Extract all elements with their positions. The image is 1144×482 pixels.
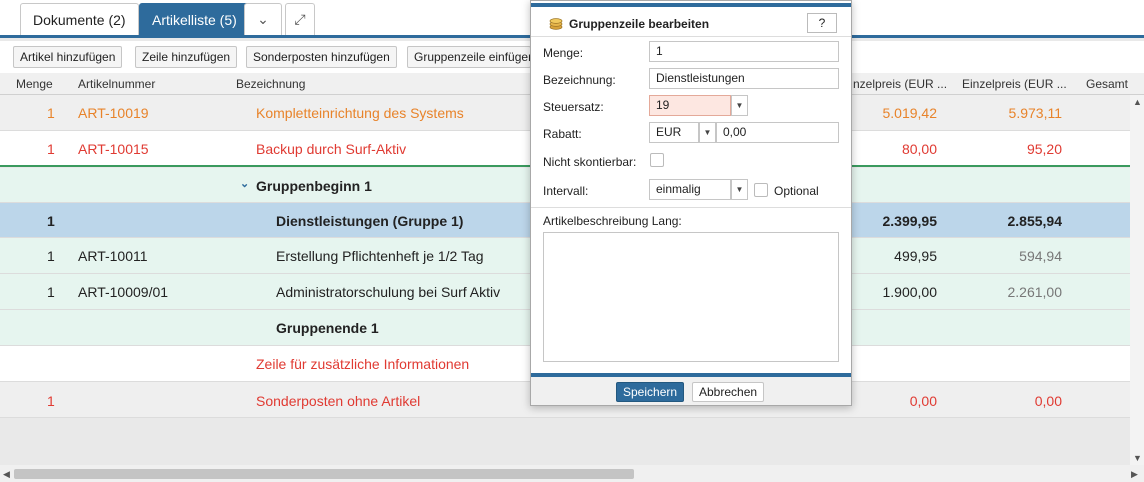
row-preis-brutto: 2.261,00 [1007, 284, 1063, 300]
add-group-button[interactable]: Gruppenzeile einfügen [407, 46, 531, 68]
row-bezeichnung: Gruppenende 1 [276, 320, 379, 336]
row-preis-brutto: 594,94 [1019, 248, 1062, 264]
coins-icon [549, 18, 563, 30]
scroll-down-icon[interactable]: ▼ [1133, 453, 1142, 463]
dialog-title: Gruppenzeile bearbeiten [569, 17, 710, 31]
row-menge: 1 [47, 284, 55, 300]
intervall-label: Intervall: [543, 184, 589, 198]
menge-label: Menge: [543, 46, 584, 60]
intervall-select[interactable]: einmalig [649, 179, 731, 200]
row-bezeichnung: Gruppenbeginn 1 [256, 178, 372, 194]
row-preis-brutto: 95,20 [1026, 141, 1062, 157]
steuersatz-input[interactable]: 19 [649, 95, 731, 116]
chevron-down-icon[interactable]: ▼ [731, 179, 748, 200]
dialog-footer: Speichern Abbrechen [531, 377, 851, 405]
chevron-down-icon[interactable]: ⌄ [244, 3, 282, 35]
cancel-button[interactable]: Abbrechen [692, 382, 765, 402]
add-article-button[interactable]: Artikel hinzufügen [13, 46, 123, 68]
row-preis-netto: 0,00 [909, 393, 937, 409]
row-preis-netto: 1.900,00 [882, 284, 938, 300]
column-gesamt[interactable]: Gesamt [1086, 77, 1128, 91]
row-preis-brutto: 5.973,11 [1008, 105, 1062, 121]
scroll-up-icon[interactable]: ▲ [1133, 97, 1142, 107]
column-einzelpreis-brutto[interactable]: Einzelpreis (EUR ... [962, 77, 1067, 91]
row-preis-brutto: 2.855,94 [1007, 213, 1063, 229]
tab-artikelliste[interactable]: Artikelliste (5) [139, 3, 250, 35]
steuersatz-label: Steuersatz: [543, 100, 604, 114]
rabatt-input[interactable]: 0,00 [716, 122, 839, 143]
rabatt-label: Rabatt: [543, 127, 582, 141]
row-artikelnummer: ART-10019 [78, 105, 149, 121]
row-menge: 1 [47, 393, 55, 409]
dialog-accent-bar [531, 3, 851, 7]
scroll-right-icon[interactable]: ▶ [1131, 469, 1138, 480]
skonto-label: Nicht skontierbar: [543, 155, 637, 169]
dialog-titlebar: Gruppenzeile bearbeiten ? [531, 9, 851, 37]
horizontal-scrollbar[interactable]: ◀ ▶ [0, 465, 1144, 482]
optional-label: Optional [774, 184, 819, 198]
chevron-down-icon[interactable]: ⌄ [240, 177, 249, 190]
row-preis-brutto: 0,00 [1034, 393, 1062, 409]
row-bezeichnung: Sonderposten ohne Artikel [256, 393, 421, 409]
row-menge: 1 [47, 248, 55, 264]
row-menge: 1 [47, 105, 55, 121]
row-preis-netto: 2.399,95 [882, 213, 938, 229]
add-special-item-button[interactable]: Sonderposten hinzufügen [246, 46, 397, 68]
row-artikelnummer: ART-10009/01 [78, 284, 169, 300]
row-preis-netto: 80,00 [901, 141, 937, 157]
chevron-down-icon[interactable]: ▼ [731, 95, 748, 116]
row-bezeichnung: Dienstleistungen (Gruppe 1) [276, 213, 464, 229]
row-artikelnummer: ART-10015 [78, 141, 149, 157]
beschreibung-label: Artikelbeschreibung Lang: [543, 214, 682, 228]
scrollbar-thumb[interactable] [14, 469, 634, 479]
chevron-down-icon[interactable]: ▼ [699, 122, 716, 143]
expand-icon[interactable]: ⤢ [285, 3, 315, 35]
row-preis-netto: 499,95 [894, 248, 937, 264]
row-bezeichnung: Zeile für zusätzliche Informationen [256, 356, 470, 372]
menge-input[interactable]: 1 [649, 41, 839, 62]
column-bezeichnung[interactable]: Bezeichnung [236, 77, 305, 91]
beschreibung-textarea[interactable] [543, 232, 839, 362]
dialog-divider [531, 207, 851, 208]
bezeichnung-label: Bezeichnung: [543, 73, 616, 87]
column-artikelnummer[interactable]: Artikelnummer [78, 77, 155, 91]
tab-dokumente[interactable]: Dokumente (2) [20, 3, 139, 35]
vertical-scrollbar[interactable]: ▲ ▼ [1130, 95, 1144, 465]
skonto-checkbox[interactable] [650, 153, 664, 167]
row-bezeichnung: Erstellung Pflichtenheft je 1/2 Tag [276, 248, 484, 264]
row-bezeichnung: Administratorschulung bei Surf Aktiv [276, 284, 501, 300]
add-line-button[interactable]: Zeile hinzufügen [135, 46, 238, 68]
optional-checkbox[interactable] [754, 183, 768, 197]
scroll-left-icon[interactable]: ◀ [3, 469, 10, 480]
row-menge: 1 [47, 141, 55, 157]
row-bezeichnung: Komplettеinrichtung des Systems [256, 105, 464, 121]
column-einzelpreis-netto[interactable]: nzelpreis (EUR ... [853, 77, 947, 91]
save-button[interactable]: Speichern [616, 382, 685, 402]
row-bezeichnung: Backup durch Surf-Aktiv [256, 141, 407, 157]
edit-group-dialog: Gruppenzeile bearbeiten ? Menge: 1 Bezei… [530, 0, 852, 406]
bezeichnung-input[interactable]: Dienstleistungen [649, 68, 839, 89]
rabatt-currency-select[interactable]: EUR [649, 122, 699, 143]
help-button[interactable]: ? [807, 13, 837, 33]
row-artikelnummer: ART-10011 [78, 248, 148, 264]
row-preis-netto: 5.019,42 [882, 105, 938, 121]
column-menge[interactable]: Menge [16, 77, 53, 91]
row-menge: 1 [47, 213, 55, 229]
